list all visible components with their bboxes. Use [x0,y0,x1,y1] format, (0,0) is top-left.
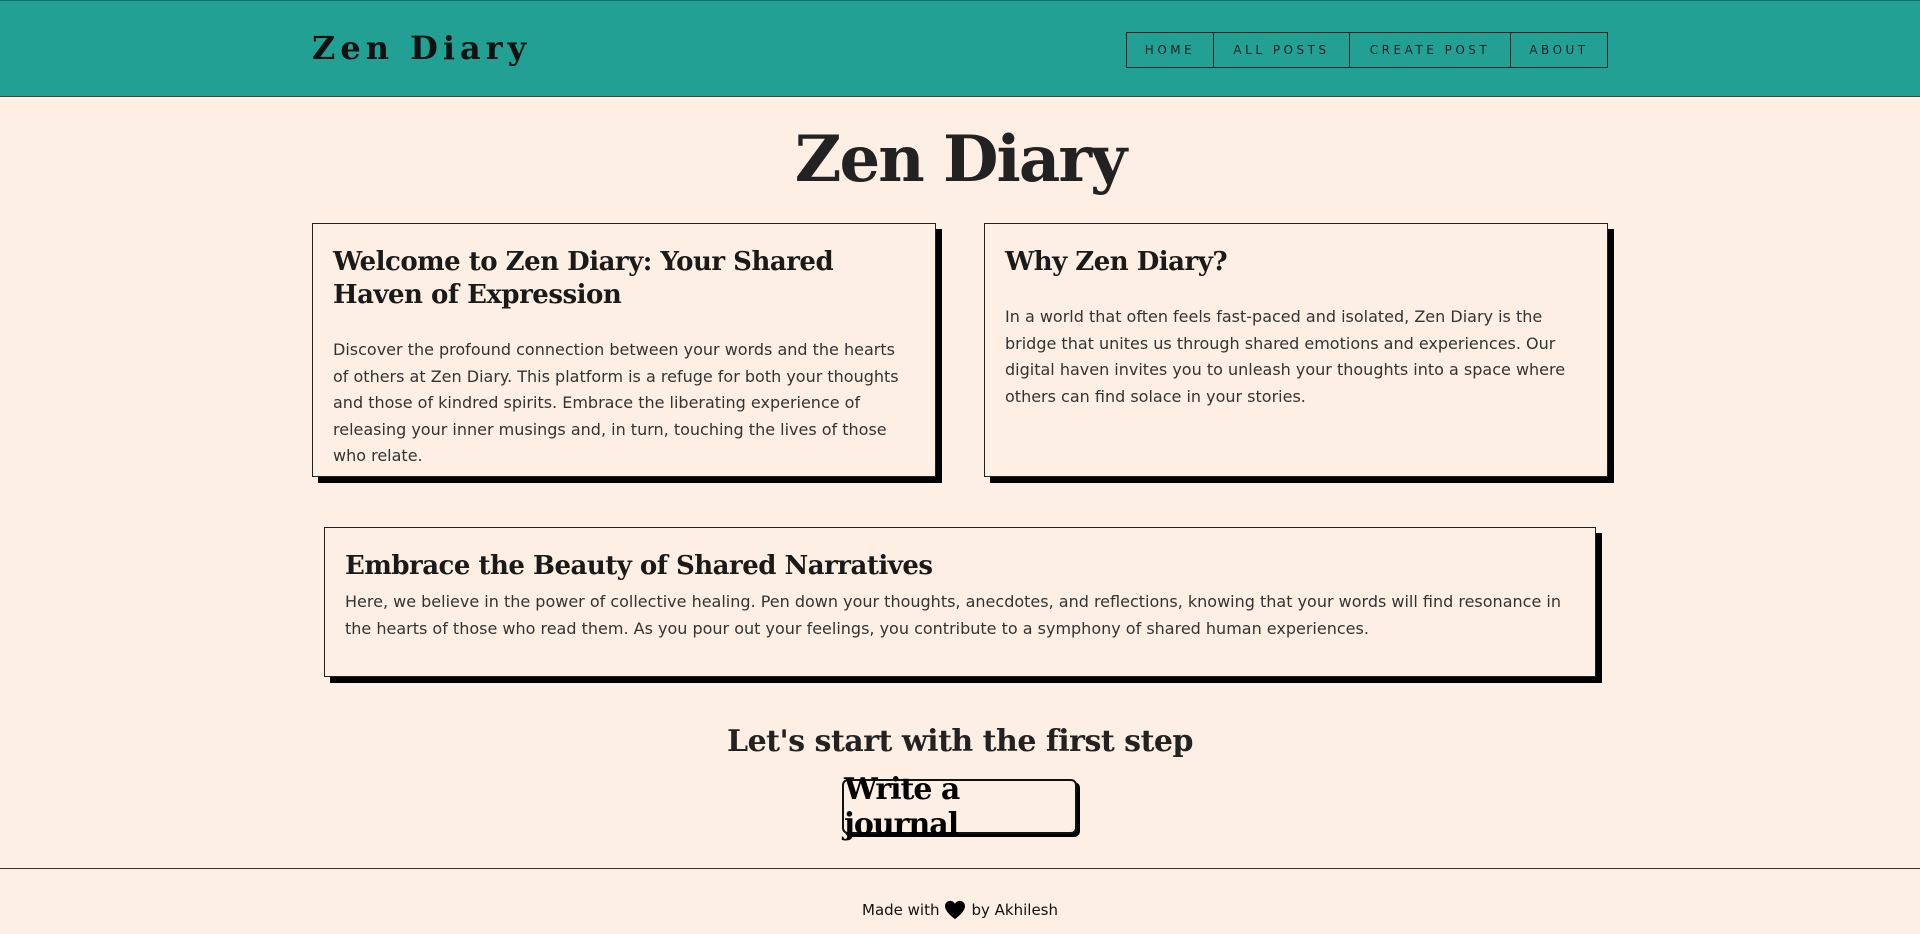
footer-prefix: Made with [862,901,940,919]
page-title: Zen Diary [794,122,1127,197]
why-card-title: Why Zen Diary? [1005,247,1228,277]
narratives-card-title: Embrace the Beauty of Shared Narratives [345,551,933,581]
nav-all-posts-link[interactable]: ALL POSTS [1214,33,1350,67]
welcome-card-title: Welcome to Zen Diary: Your Shared Haven … [333,247,834,310]
nav-create-post-link[interactable]: CREATE POST [1350,33,1511,67]
nav-home-link[interactable]: HOME [1127,33,1214,67]
welcome-card: Welcome to Zen Diary: Your Shared Haven … [312,223,936,477]
brand-logo[interactable]: Zen Diary [312,29,531,67]
why-card: Why Zen Diary? In a world that often fee… [984,223,1608,477]
heart-icon [945,900,966,920]
footer: Made with by Akhilesh [0,900,1920,920]
why-card-body: In a world that often feels fast-paced a… [1005,307,1566,406]
narratives-card: Embrace the Beauty of Shared Narratives … [324,527,1596,677]
write-journal-button[interactable]: Write a journal [842,772,1077,842]
navbar: Zen Diary HOME ALL POSTS CREATE POST ABO… [0,0,1920,97]
narratives-card-body: Here, we believe in the power of collect… [345,592,1561,638]
main-nav: HOME ALL POSTS CREATE POST ABOUT [1126,32,1608,68]
welcome-card-body: Discover the profound connection between… [333,340,899,465]
nav-about-link[interactable]: ABOUT [1511,33,1607,67]
footer-divider [0,868,1920,869]
cta-heading: Let's start with the first step [727,724,1194,759]
footer-suffix: by Akhilesh [971,901,1058,919]
